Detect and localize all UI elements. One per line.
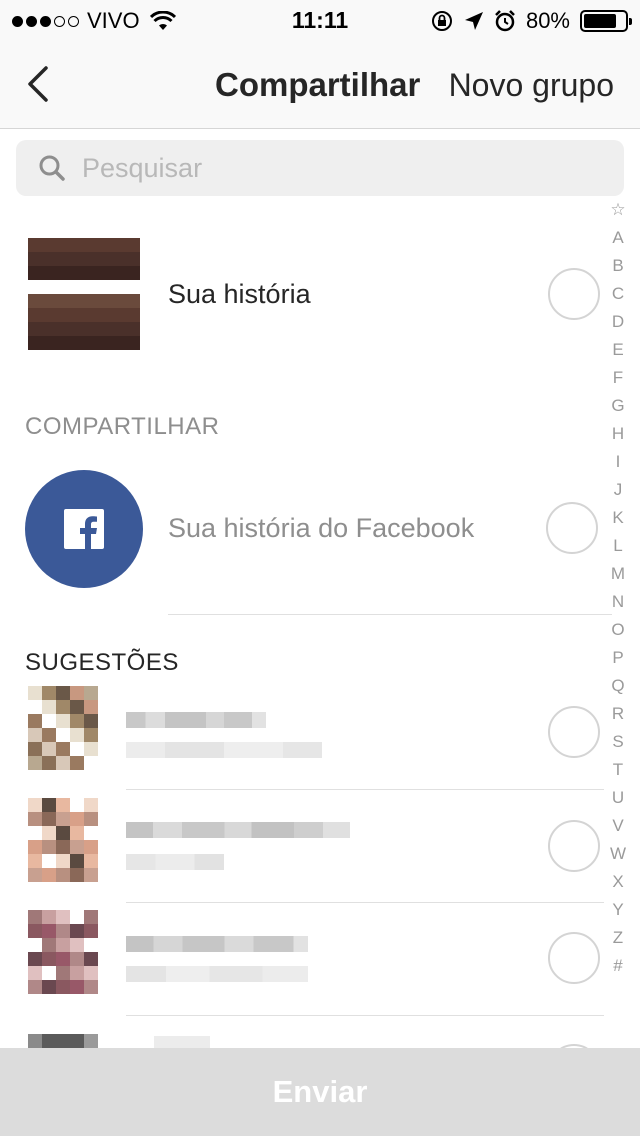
status-right: 80% [430,8,632,34]
facebook-select-radio[interactable] [546,502,598,554]
contact-subtitle-redacted [126,854,224,870]
index-letter[interactable]: S [612,728,623,756]
index-letter[interactable]: V [612,812,623,840]
search-bar [16,140,624,196]
index-letter[interactable]: K [612,504,623,532]
facebook-logo-square [64,509,104,549]
index-letter[interactable]: O [611,616,624,644]
divider [126,1015,604,1016]
index-letter[interactable]: M [611,560,625,588]
new-group-button[interactable]: Novo grupo [449,67,614,104]
suggestion-select-radio[interactable] [548,932,600,984]
avatar [28,910,98,994]
search-icon [39,155,65,181]
back-button[interactable] [18,62,62,106]
contact-subtitle-redacted [126,742,322,758]
index-letter[interactable]: X [612,868,623,896]
status-bar: VIVO 11:11 80% [0,0,640,40]
battery-icon [580,10,632,32]
index-letter[interactable]: Y [612,896,623,924]
story-label: Sua história [168,279,311,309]
index-letter[interactable]: E [612,336,623,364]
divider [126,902,604,903]
navigation-bar: Compartilhar Novo grupo [0,40,640,129]
index-letter[interactable]: P [612,644,623,672]
index-letter[interactable]: F [613,364,623,392]
suggestion-select-radio[interactable] [548,706,600,758]
battery-fill [584,14,616,28]
index-letter[interactable]: # [613,952,622,980]
index-letter[interactable]: U [612,784,624,812]
divider [168,614,612,615]
index-letter[interactable]: R [612,700,624,728]
facebook-icon [25,470,143,588]
index-letter[interactable]: B [612,252,623,280]
index-letter[interactable]: Q [611,672,624,700]
contact-name-redacted [126,712,266,728]
index-letter[interactable]: J [614,476,623,504]
battery-percent: 80% [525,8,570,33]
index-letter[interactable]: Z [613,924,623,952]
search-input[interactable] [80,151,564,185]
index-letter[interactable]: G [611,392,624,420]
avatar [28,798,98,882]
contact-name-redacted [154,1036,210,1048]
location-arrow-icon [464,12,483,30]
suggestions-section-header: SUGESTÕES [25,649,179,676]
send-button-label: Enviar [272,1074,368,1109]
orientation-lock-icon [431,11,452,31]
index-letter[interactable]: I [616,448,621,476]
index-letter[interactable]: ☆ [610,196,625,224]
index-letter[interactable]: A [612,224,623,252]
divider [126,789,604,790]
avatar [28,238,140,350]
facebook-story-label: Sua história do Facebook [168,513,475,543]
contact-subtitle-redacted [126,966,308,982]
index-letter[interactable]: N [612,588,624,616]
page-title: Compartilhar [215,66,421,103]
avatar [28,686,98,770]
index-letter[interactable]: C [612,280,624,308]
suggestion-select-radio[interactable] [548,820,600,872]
alphabet-index[interactable]: ☆ A B C D E F G H I J K L M N O P Q R S T U V W X Y Z # [604,196,632,980]
story-select-radio[interactable] [548,268,600,320]
chevron-left-icon [28,66,48,102]
alarm-clock-icon [495,10,515,32]
avatar [28,1034,98,1048]
index-letter[interactable]: W [610,840,626,868]
send-button[interactable]: Enviar [0,1048,640,1136]
share-section-header: COMPARTILHAR [25,413,220,440]
index-letter[interactable]: H [612,420,624,448]
contact-name-redacted [126,936,308,952]
contact-name-redacted [126,822,350,838]
index-letter[interactable]: D [612,308,624,336]
index-letter[interactable]: L [613,532,622,560]
index-letter[interactable]: T [613,756,623,784]
facebook-f-glyph [80,516,97,549]
